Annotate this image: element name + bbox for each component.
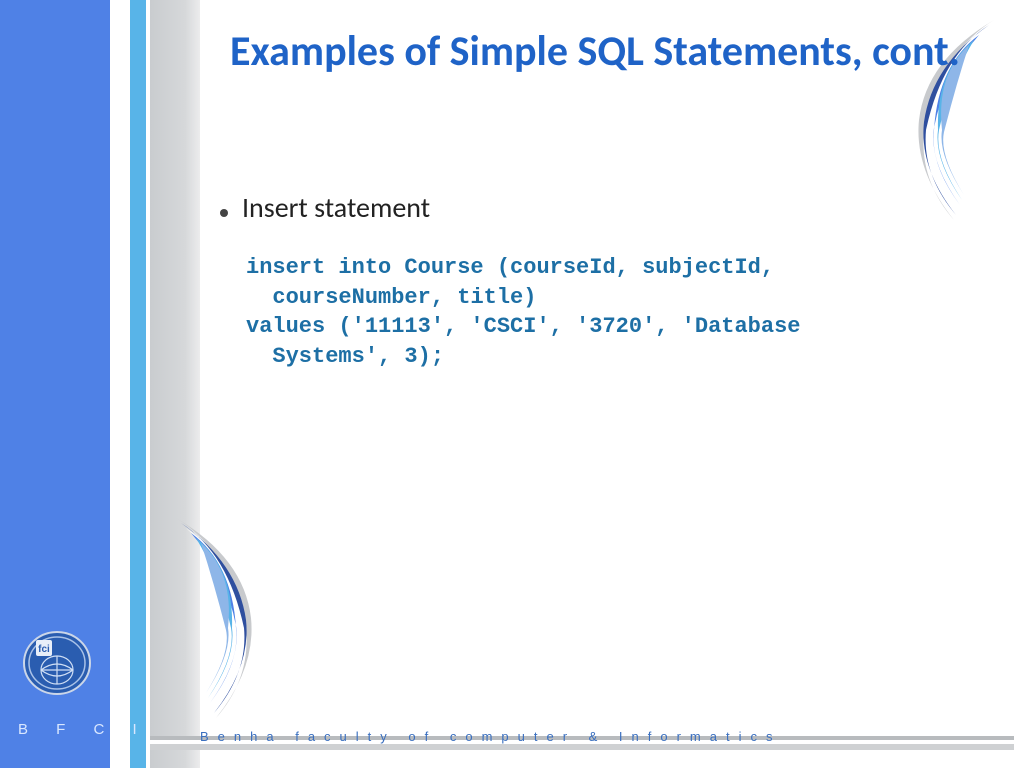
bfci-logo: fci — [22, 628, 92, 698]
bullet-item: Insert statement — [220, 190, 960, 225]
slide-title: Examples of Simple SQL Statements, cont. — [200, 28, 990, 76]
sidebar-cyan — [130, 0, 146, 768]
slide: Examples of Simple SQL Statements, cont.… — [0, 0, 1024, 768]
content-area: Insert statement insert into Course (cou… — [220, 190, 960, 372]
bullet-dot-icon — [220, 209, 228, 217]
bullet-text: Insert statement — [242, 190, 430, 225]
sql-code-block: insert into Course (courseId, subjectId,… — [246, 253, 960, 372]
logo-text-icon: fci — [38, 644, 50, 655]
footer-text: Benha faculty of computer & Informatics — [200, 729, 782, 744]
swoosh-decoration-bottom — [156, 508, 306, 728]
side-label: B F C I — [18, 721, 149, 738]
